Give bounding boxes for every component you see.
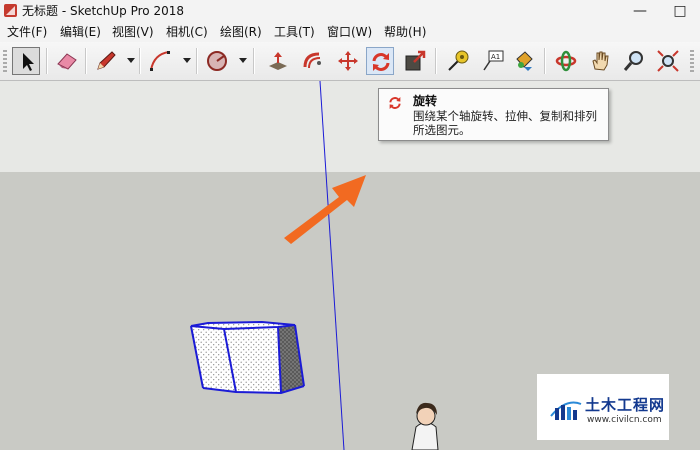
- paint-bucket-icon: [516, 51, 533, 71]
- zoom-tool-button[interactable]: [620, 47, 648, 75]
- push-pull-tool-button[interactable]: [264, 47, 292, 75]
- select-tool-button[interactable]: [12, 47, 40, 75]
- watermark-title: 土木工程网: [585, 396, 666, 414]
- toolbar-separator: [544, 48, 545, 74]
- menu-edit[interactable]: 编辑(E): [60, 24, 101, 40]
- menu-tools[interactable]: 工具(T): [274, 24, 315, 40]
- svg-text:A1: A1: [491, 53, 500, 61]
- text-tool-button[interactable]: A1: [479, 47, 507, 75]
- paint-bucket-tool-button[interactable]: [510, 47, 538, 75]
- pencil-icon: [97, 51, 116, 70]
- rotate-tool-button[interactable]: [366, 47, 394, 75]
- zoom-extents-tool-button[interactable]: [654, 47, 682, 75]
- move-arrows-icon: [338, 51, 358, 71]
- shape-tool-button[interactable]: [203, 47, 231, 75]
- menu-help[interactable]: 帮助(H): [384, 24, 426, 40]
- line-tool-dropdown[interactable]: [127, 58, 135, 63]
- eraser-tool-button[interactable]: [53, 47, 81, 75]
- rotate-icon: [372, 53, 390, 71]
- push-pull-icon: [269, 52, 287, 70]
- toolbar-separator: [139, 48, 140, 74]
- menu-bar: 文件(F) 编辑(E) 视图(V) 相机(C) 绘图(R) 工具(T) 窗口(W…: [0, 22, 700, 43]
- move-tool-button[interactable]: [334, 47, 362, 75]
- arc-icon: [150, 51, 170, 71]
- toolbar-overflow-grip[interactable]: [690, 50, 694, 72]
- toolbar-separator: [85, 48, 86, 74]
- title-bar: 无标题 - SketchUp Pro 2018 — □: [0, 0, 700, 23]
- arrow-cursor-icon: [23, 53, 34, 71]
- minimize-button[interactable]: —: [620, 0, 660, 22]
- site-watermark: 土木工程网 www.civilcn.com: [537, 374, 669, 440]
- toolbar-separator: [435, 48, 436, 74]
- scale-figure-person: [411, 402, 439, 450]
- pan-tool-button[interactable]: [586, 47, 614, 75]
- orange-pointer-arrow: [284, 175, 366, 244]
- toolbar: A1: [0, 42, 700, 81]
- scale-tool-button[interactable]: [401, 47, 429, 75]
- circle-shape-icon: [207, 51, 227, 71]
- follow-me-tool-button[interactable]: [299, 47, 327, 75]
- rotate-tooltip: 旋转 围绕某个轴旋转、拉伸、复制和排列所选图元。: [378, 88, 609, 141]
- menu-view[interactable]: 视图(V): [112, 24, 154, 40]
- text-label-icon: A1: [483, 50, 504, 71]
- orbit-icon: [555, 50, 577, 72]
- toolbar-separator: [46, 48, 47, 74]
- tape-measure-tool-button[interactable]: [444, 47, 472, 75]
- eraser-icon: [57, 53, 77, 70]
- menu-window[interactable]: 窗口(W): [327, 24, 372, 40]
- menu-draw[interactable]: 绘图(R): [220, 24, 262, 40]
- sketchup-app-icon: [4, 4, 17, 17]
- orbit-tool-button[interactable]: [552, 47, 580, 75]
- menu-camera[interactable]: 相机(C): [166, 24, 208, 40]
- drawing-viewport[interactable]: 旋转 围绕某个轴旋转、拉伸、复制和排列所选图元。 土木工程网 www.civil…: [0, 81, 700, 450]
- shape-tool-dropdown[interactable]: [239, 58, 247, 63]
- menu-file[interactable]: 文件(F): [7, 24, 47, 40]
- blue-axis-line: [319, 81, 345, 450]
- maximize-button[interactable]: □: [660, 0, 700, 22]
- hand-icon: [592, 51, 609, 71]
- selected-hexagonal-prism[interactable]: [190, 320, 305, 395]
- watermark-url: www.civilcn.com: [587, 415, 662, 425]
- toolbar-grip[interactable]: [3, 50, 7, 72]
- rotate-icon: [389, 97, 401, 109]
- tooltip-title: 旋转: [413, 94, 438, 108]
- toolbar-separator: [196, 48, 197, 74]
- follow-me-icon: [303, 52, 321, 69]
- magnifier-icon: [623, 51, 643, 71]
- scale-icon: [405, 50, 426, 71]
- tooltip-description: 围绕某个轴旋转、拉伸、复制和排列所选图元。: [413, 109, 597, 137]
- arc-tool-button[interactable]: [146, 47, 174, 75]
- line-tool-button[interactable]: [92, 47, 120, 75]
- zoom-extents-icon: [657, 50, 679, 72]
- civilcn-logo-icon: [550, 401, 582, 420]
- arc-tool-dropdown[interactable]: [183, 58, 191, 63]
- window-title: 无标题 - SketchUp Pro 2018: [22, 4, 184, 18]
- tape-measure-icon: [448, 50, 469, 71]
- toolbar-separator: [253, 48, 254, 74]
